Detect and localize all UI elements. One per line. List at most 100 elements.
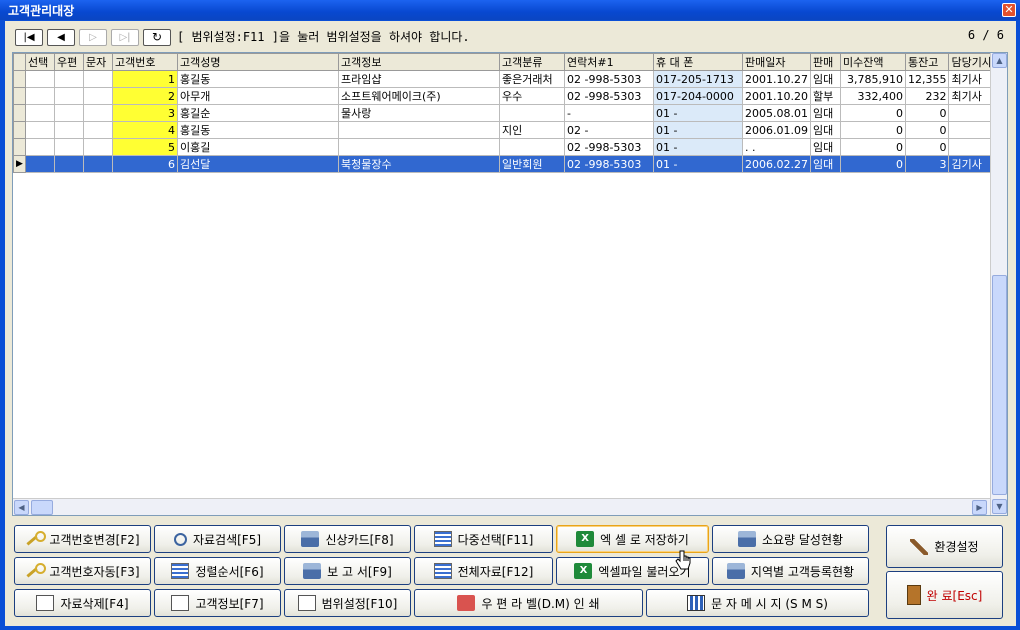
table-cell[interactable]: 01 - xyxy=(653,104,743,122)
search-button[interactable]: 자료검색[F5] xyxy=(154,525,281,553)
table-cell[interactable]: 2 xyxy=(112,87,178,105)
table-cell[interactable]: 임대 xyxy=(809,155,841,173)
table-cell[interactable] xyxy=(54,138,84,156)
table-cell[interactable]: 아무개 xyxy=(177,87,339,105)
table-cell[interactable]: 0 xyxy=(904,121,950,139)
table-cell[interactable] xyxy=(25,70,55,88)
table-cell[interactable] xyxy=(499,104,565,122)
table-cell[interactable]: 할부 xyxy=(809,87,841,105)
table-cell[interactable]: 02 -998-5303 xyxy=(564,87,654,105)
col-header[interactable]: 고객정보 xyxy=(338,53,500,71)
multi-select-button[interactable]: 다중선택[F11] xyxy=(414,525,553,553)
table-cell[interactable] xyxy=(83,104,113,122)
row-selector[interactable] xyxy=(13,87,26,105)
table-cell[interactable] xyxy=(25,155,55,173)
table-cell[interactable]: 이홍길 xyxy=(177,138,339,156)
table-cell[interactable]: 소프트웨어메이크(주) xyxy=(338,87,500,105)
table-cell[interactable]: 2006.01.09 xyxy=(742,121,811,139)
settings-button[interactable]: 환경설정 xyxy=(886,525,1003,568)
finish-button[interactable]: 완 료[Esc] xyxy=(886,571,1003,619)
table-cell[interactable]: 4 xyxy=(112,121,178,139)
customer-grid[interactable]: 선택 우편 문자 고객번호 고객성명 고객정보 고객분류 연락처#1 휴 대 폰… xyxy=(12,52,1008,516)
table-cell[interactable] xyxy=(338,138,500,156)
customer-info-button[interactable]: 고객정보[F7] xyxy=(154,589,281,617)
table-cell[interactable]: 3 xyxy=(904,155,950,173)
print-mail-labels-button[interactable]: 우 편 라 벨(D.M) 인 쇄 xyxy=(414,589,643,617)
row-selector[interactable] xyxy=(13,138,26,156)
table-cell[interactable]: 1 xyxy=(112,70,178,88)
table-cell[interactable]: 02 -998-5303 xyxy=(564,138,654,156)
table-cell[interactable]: - xyxy=(564,104,654,122)
table-cell[interactable]: 물사랑 xyxy=(338,104,500,122)
table-cell[interactable] xyxy=(499,138,565,156)
table-cell[interactable]: . . xyxy=(742,138,811,156)
vertical-scrollbar[interactable]: ▲ ▼ xyxy=(990,53,1007,515)
col-header[interactable]: 우편 xyxy=(54,53,84,71)
table-cell[interactable] xyxy=(25,87,55,105)
table-cell[interactable]: 02 -998-5303 xyxy=(564,155,654,173)
scroll-up-icon[interactable]: ▲ xyxy=(992,53,1007,68)
table-cell[interactable]: 0 xyxy=(839,121,906,139)
table-cell[interactable]: 3 xyxy=(112,104,178,122)
table-cell[interactable]: 2005.08.01 xyxy=(742,104,811,122)
row-selector[interactable]: ▶ xyxy=(13,155,26,173)
table-cell[interactable] xyxy=(83,121,113,139)
row-selector[interactable] xyxy=(13,121,26,139)
table-cell[interactable]: 홍길동 xyxy=(177,70,339,88)
table-cell[interactable] xyxy=(83,155,113,173)
table-cell[interactable]: 최기사 xyxy=(948,87,995,105)
delete-records-button[interactable]: 자료삭제[F4] xyxy=(14,589,151,617)
table-cell[interactable]: 02 -998-5303 xyxy=(564,70,654,88)
table-cell[interactable] xyxy=(948,121,995,139)
prev-record-button[interactable]: ◀ xyxy=(47,29,75,46)
horizontal-scroll-thumb[interactable] xyxy=(31,500,53,515)
table-cell[interactable] xyxy=(54,104,84,122)
horizontal-scrollbar[interactable]: ◀ ▶ xyxy=(13,498,990,515)
table-cell[interactable]: 2001.10.27 xyxy=(742,70,811,88)
col-header[interactable]: 고객번호 xyxy=(112,53,178,71)
table-cell[interactable]: 0 xyxy=(904,104,950,122)
table-cell[interactable] xyxy=(25,121,55,139)
table-cell[interactable] xyxy=(948,104,995,122)
table-cell[interactable]: 0 xyxy=(904,138,950,156)
table-cell[interactable]: 김기사 xyxy=(948,155,995,173)
sms-message-button[interactable]: 문 자 메 시 지 (S M S) xyxy=(646,589,869,617)
table-cell[interactable] xyxy=(338,121,500,139)
table-cell[interactable]: 임대 xyxy=(809,104,841,122)
table-cell[interactable]: 프라임샵 xyxy=(338,70,500,88)
table-cell[interactable] xyxy=(25,104,55,122)
table-cell[interactable]: 017-205-1713 xyxy=(653,70,743,88)
table-cell[interactable]: 01 - xyxy=(653,138,743,156)
col-header[interactable]: 연락처#1 xyxy=(564,53,654,71)
table-cell[interactable] xyxy=(54,121,84,139)
table-cell[interactable]: 02 - xyxy=(564,121,654,139)
change-customer-number-button[interactable]: 고객번호변경[F2] xyxy=(14,525,151,553)
table-cell[interactable] xyxy=(54,70,84,88)
regional-registration-button[interactable]: 지역별 고객등록현황 xyxy=(712,557,869,585)
auto-customer-number-button[interactable]: 고객번호자동[F3] xyxy=(14,557,151,585)
table-cell[interactable]: 홍길순 xyxy=(177,104,339,122)
col-header[interactable]: 판매 xyxy=(809,53,841,71)
table-row[interactable]: ▶ 6 김선달 북청물장수 일반회원 02 -998-5303 01 -2006.02.27… xyxy=(13,155,995,173)
col-header[interactable]: 고객성명 xyxy=(177,53,339,71)
table-cell[interactable]: 2006.02.27 xyxy=(742,155,811,173)
all-records-button[interactable]: 전체자료[F12] xyxy=(414,557,553,585)
row-selector[interactable] xyxy=(13,104,26,122)
table-cell[interactable] xyxy=(83,87,113,105)
table-row[interactable]: 3 홍길순 물사랑 -01 -2005.08.01 임대 0 0 xyxy=(13,104,995,122)
col-header[interactable]: 미수잔액 xyxy=(839,53,906,71)
table-row[interactable]: 5 이홍길 02 -998-5303 01 - . . 임대 0 0 xyxy=(13,138,995,156)
table-cell[interactable]: 최기사 xyxy=(948,70,995,88)
col-header[interactable]: 담당기사 xyxy=(948,53,995,71)
table-row[interactable]: 4 홍길동 지인 02 -01 -2006.01.09 임대 0 0 xyxy=(13,121,995,139)
first-record-button[interactable]: |◀ xyxy=(15,29,43,46)
table-cell[interactable] xyxy=(948,138,995,156)
table-cell[interactable]: 017-204-0000 xyxy=(653,87,743,105)
table-cell[interactable]: 3,785,910 xyxy=(839,70,906,88)
col-header[interactable]: 판매일자 xyxy=(742,53,811,71)
vertical-scroll-thumb[interactable] xyxy=(992,275,1007,495)
report-button[interactable]: 보 고 서[F9] xyxy=(284,557,411,585)
profile-card-button[interactable]: 신상카드[F8] xyxy=(284,525,411,553)
last-record-button[interactable]: ▷| xyxy=(111,29,139,46)
col-header[interactable]: 선택 xyxy=(25,53,55,71)
